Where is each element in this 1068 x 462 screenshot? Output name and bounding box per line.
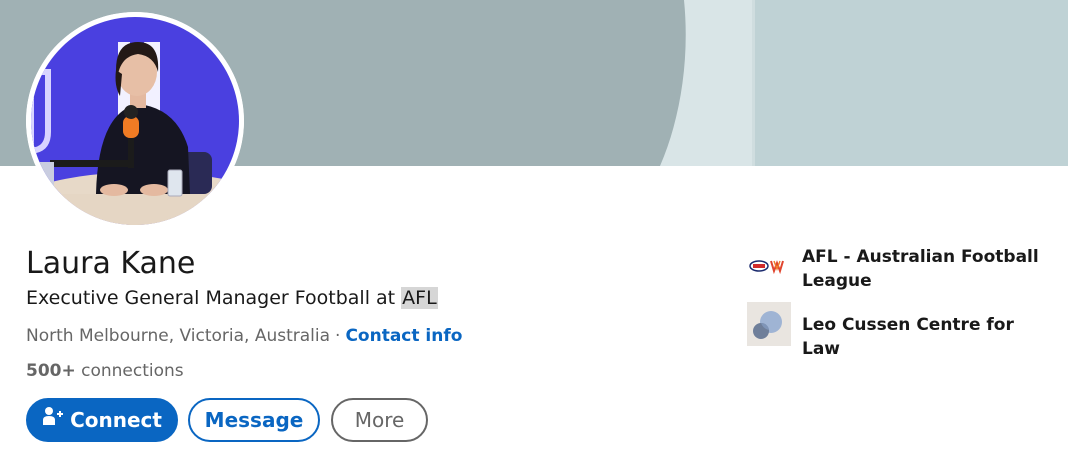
profile-headline: Executive General Manager Football at AF… <box>26 285 438 311</box>
connect-button[interactable]: Connect <box>26 398 178 442</box>
more-button[interactable]: More <box>331 398 428 442</box>
location-row: North Melbourne, Victoria, Australia · Con… <box>26 323 462 349</box>
afl-logo-icon <box>747 244 791 288</box>
location-text: North Melbourne, Victoria, Australia <box>26 326 331 346</box>
profile-name: Laura Kane <box>26 246 196 281</box>
profile-page: Laura Kane Executive General Manager Foo… <box>0 0 1068 462</box>
connections-row: 500+ connections <box>26 358 184 384</box>
org-item-afl[interactable]: AFL - Australian Football League <box>747 244 1047 294</box>
profile-photo[interactable] <box>26 12 244 230</box>
avatar-image <box>26 12 244 230</box>
message-button[interactable]: Message <box>188 398 320 442</box>
separator-dot: · <box>335 326 341 346</box>
add-person-icon <box>42 400 64 440</box>
org-name-leo-cussen: Leo Cussen Centre for Law <box>802 315 1014 359</box>
org-name-afl: AFL - Australian Football League <box>802 247 1039 291</box>
connections-count: 500+ <box>26 361 76 381</box>
more-label: More <box>354 408 405 432</box>
message-label: Message <box>204 408 304 432</box>
headline-highlight: AFL <box>401 287 438 309</box>
headline-text: Executive General Manager Football at <box>26 287 402 309</box>
contact-info-link[interactable]: Contact info <box>345 326 462 346</box>
leo-cussen-logo-icon <box>747 302 791 346</box>
org-item-leo-cussen[interactable]: Leo Cussen Centre for Law <box>747 302 1047 359</box>
connect-label: Connect <box>70 408 162 432</box>
connections-label: connections <box>81 361 184 381</box>
